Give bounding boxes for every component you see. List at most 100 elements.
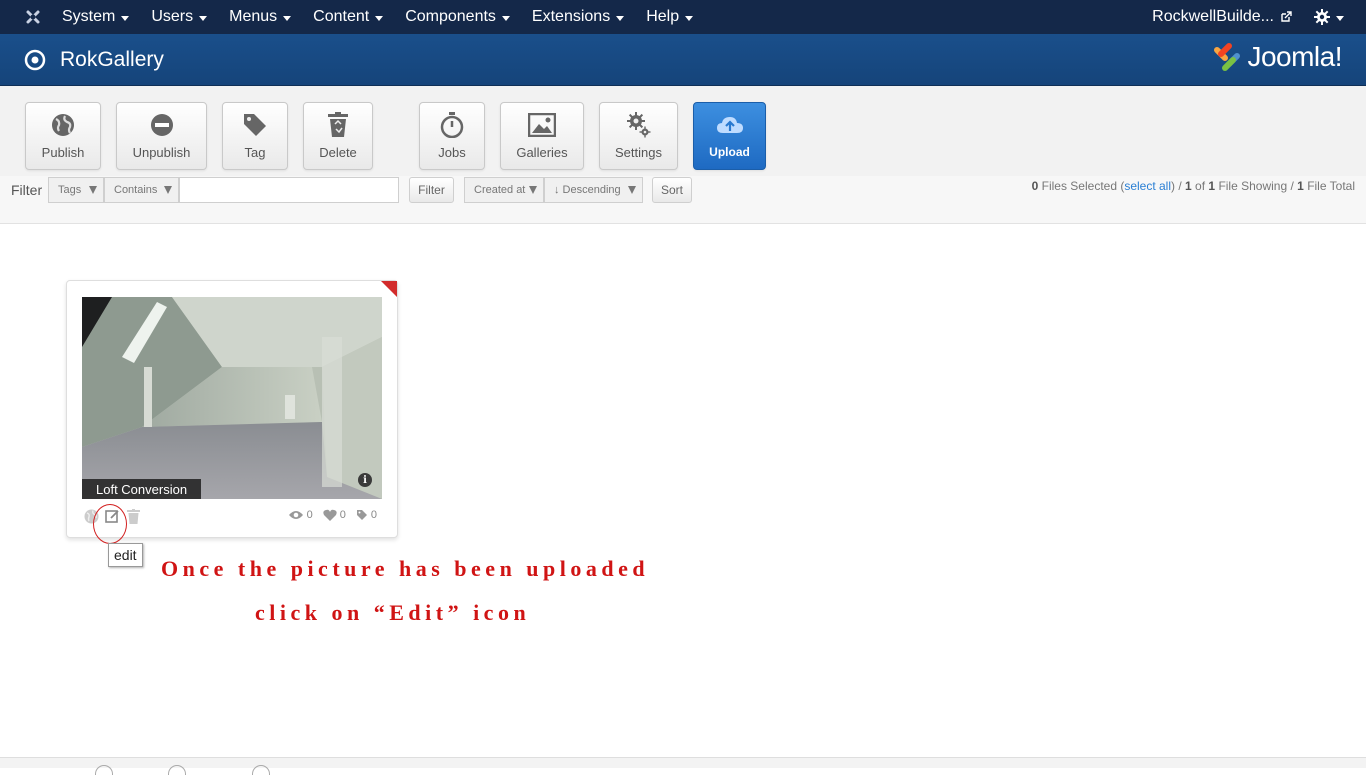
upload-button[interactable]: Upload [693,102,766,170]
delete-button[interactable]: Delete [303,102,373,170]
gear-icon [1314,9,1330,25]
edit-tooltip: edit [108,543,143,567]
menu-menus-label: Menus [229,8,278,25]
caret-down-icon [685,15,694,21]
galleries-button[interactable]: Galleries [500,102,584,170]
sort-field-select[interactable]: Created at [464,177,544,203]
tag-button[interactable]: Tag [222,102,288,170]
menu-components[interactable]: Components [405,8,510,26]
external-link-icon [1281,11,1292,22]
menu-system-label: System [62,8,116,25]
joomla-logo: Joomla! [1211,40,1342,74]
minus-circle-icon [148,111,176,139]
component-header: RokGallery Joomla! [0,34,1366,86]
joomla-menu-icon[interactable] [22,6,44,28]
unpublish-button[interactable]: Unpublish [116,102,207,170]
filter-bar: Filter Tags Contains Filter Created at ↓… [0,176,1366,224]
filter-operator-select[interactable]: Contains [104,177,179,203]
jobs-label: Jobs [438,145,466,160]
of-text: of [1195,179,1206,193]
strip-control [252,765,270,775]
filter-button[interactable]: Filter [409,177,454,203]
status-separator: ) / [1171,179,1186,193]
eye-icon [288,511,303,519]
filter-operator-value: Contains [114,184,158,196]
select-all-link[interactable]: select all [1124,179,1171,193]
menu-users[interactable]: Users [151,8,208,26]
total-count: 1 [1297,179,1304,193]
stopwatch-icon [438,111,466,139]
tag-label: Tag [244,145,266,160]
menu-help[interactable]: Help [646,8,694,26]
site-link[interactable]: RockwellBuilde... [1152,8,1292,26]
unpublished-flag [381,281,397,297]
page-title: RokGallery [60,47,164,71]
dropdown-arrow-icon [164,186,172,194]
tag-icon [356,510,367,520]
selected-text: Files Selected ( [1041,179,1125,193]
dropdown-arrow-icon [529,186,537,194]
gear-icon [625,111,653,139]
galleries-label: Galleries [516,145,568,160]
joomla-wordmark: Joomla! [1247,41,1342,72]
tag-icon [241,111,269,139]
publish-button[interactable]: Publish [25,102,101,170]
globe-icon [49,111,77,139]
upload-label: Upload [709,145,750,159]
tags-stat: 0 [356,509,377,521]
caret-down-icon [199,15,208,21]
views-stat: 0 [288,509,313,521]
menu-content[interactable]: Content [313,8,384,26]
image-icon [528,111,556,139]
jobs-button[interactable]: Jobs [419,102,485,170]
menu-content-label: Content [313,8,370,25]
settings-label: Settings [615,145,662,160]
sort-field-value: Created at [474,184,526,196]
menu-users-label: Users [151,8,194,25]
menu-extensions-label: Extensions [531,8,611,25]
instruction-line-1: Once the picture has been uploaded [161,556,650,581]
menu-help-label: Help [646,8,680,25]
edit-highlight-circle [93,504,127,544]
instruction-line-2: click on “Edit” icon [255,600,531,625]
image-thumbnail[interactable]: Loft Conversion i [82,297,382,499]
menu-menus[interactable]: Menus [229,8,292,26]
filter-text-input[interactable] [179,177,399,203]
sort-order-select[interactable]: ↓ Descending [544,177,643,203]
filter-label: Filter [11,182,43,198]
cloud-upload-icon [716,111,744,139]
tags-count: 0 [370,509,377,521]
total-text: File Total [1307,179,1355,193]
loves-count: 0 [339,509,346,521]
sort-button[interactable]: Sort [652,177,692,203]
menu-extensions[interactable]: Extensions [531,8,625,26]
bottom-status-strip [0,757,1366,775]
caret-down-icon [616,15,625,21]
dropdown-arrow-icon [628,186,636,194]
selection-status: 0 Files Selected (select all) / 1 of 1 F… [1032,179,1355,193]
trash-icon [324,111,352,139]
unpublish-label: Unpublish [132,145,191,160]
info-icon[interactable]: i [358,473,372,487]
site-name: RockwellBuilde... [1152,8,1274,25]
caret-down-icon [1336,15,1344,21]
caret-down-icon [121,15,130,21]
user-gear-menu[interactable] [1314,9,1344,25]
loft-photo [82,297,382,499]
loves-stat: 0 [323,509,346,521]
showing-text: File Showing / [1218,179,1294,193]
joomla-logo-icon [1214,43,1241,71]
image-caption: Loft Conversion [82,479,201,499]
topbar-right: RockwellBuilde... [1152,0,1344,34]
admin-menu-bar: System Users Menus Content Components Ex… [0,0,1366,34]
filter-field-select[interactable]: Tags [48,177,104,203]
toolbar: Publish Unpublish Tag Delete Jobs Galler… [0,86,1366,182]
showing-count: 1 [1185,179,1192,193]
dropdown-arrow-icon [89,186,97,194]
settings-button[interactable]: Settings [599,102,678,170]
filter-field-value: Tags [58,184,82,196]
menu-system[interactable]: System [62,8,130,26]
strip-control [95,765,113,775]
gallery-item-card[interactable]: Loft Conversion i 0 0 0 [66,280,398,538]
caret-down-icon [375,15,384,21]
